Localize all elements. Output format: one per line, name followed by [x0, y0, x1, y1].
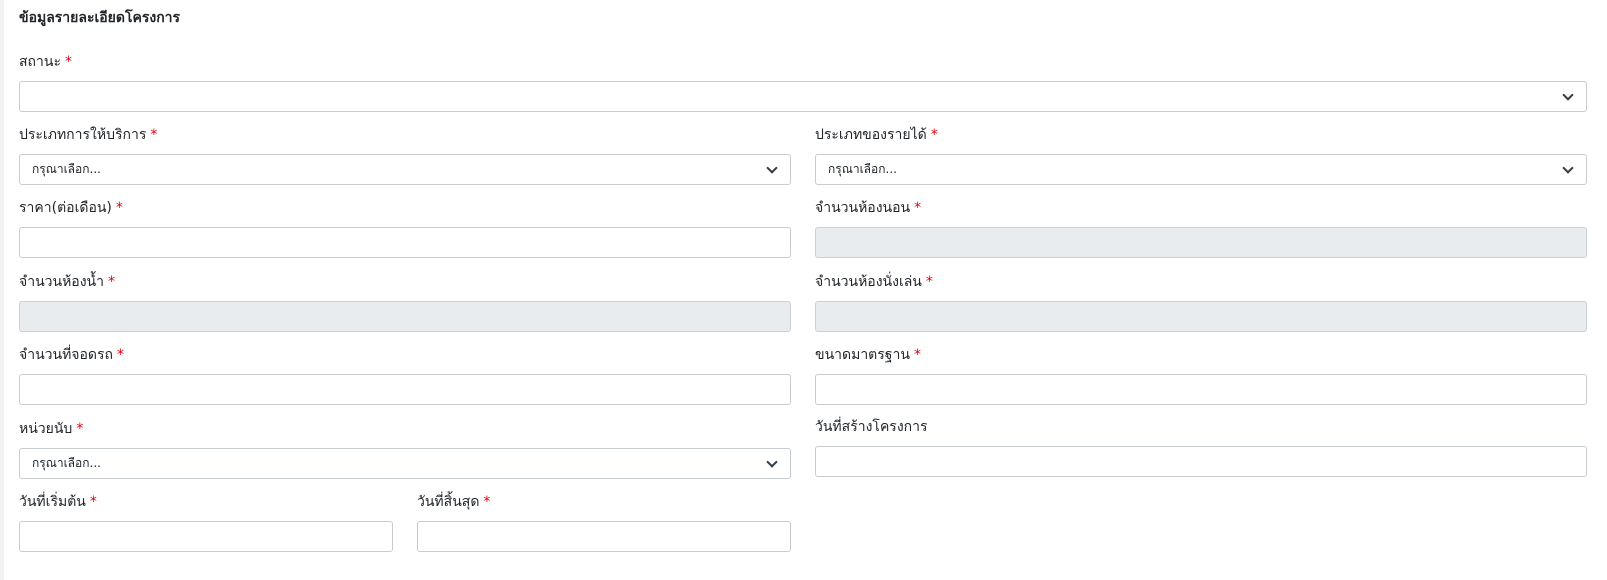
bedrooms-label: จำนวนห้องนอน *: [815, 200, 922, 216]
parking-input[interactable]: [19, 374, 791, 405]
required-mark: *: [117, 347, 124, 363]
chevron-down-icon: [766, 161, 778, 174]
start-date-label: วันที่เริ่มต้น *: [19, 494, 97, 510]
start-date-input[interactable]: [19, 521, 393, 552]
required-mark: *: [89, 494, 97, 510]
created-date-input[interactable]: [815, 446, 1587, 477]
chevron-down-icon: [1562, 88, 1574, 101]
bedrooms-input: [815, 227, 1587, 258]
standard-size-input[interactable]: [815, 374, 1587, 405]
bathrooms-label: จำนวนห้องน้ำ *: [19, 274, 115, 290]
status-label: สถานะ *: [19, 54, 72, 70]
required-mark: *: [483, 494, 491, 510]
end-date-label: วันที่สิ้นสุด *: [417, 494, 491, 510]
service-type-select[interactable]: กรุณาเลือก...: [19, 154, 791, 185]
required-mark: *: [107, 274, 115, 290]
bathrooms-input: [19, 301, 791, 332]
required-mark: *: [150, 127, 158, 143]
parking-label: จำนวนที่จอดรถ *: [19, 347, 124, 363]
standard-size-label: ขนาดมาตรฐาน *: [815, 347, 921, 363]
service-type-label: ประเภทการให้บริการ *: [19, 127, 158, 143]
unit-label: หน่วยนับ *: [19, 421, 84, 437]
required-mark: *: [930, 127, 938, 143]
status-select[interactable]: [19, 81, 1587, 112]
living-rooms-label: จำนวนห้องนั่งเล่น *: [815, 274, 933, 290]
chevron-down-icon: [1562, 161, 1574, 174]
price-label: ราคา(ต่อเดือน) *: [19, 200, 123, 216]
income-type-label: ประเภทของรายได้ *: [815, 127, 938, 143]
living-rooms-input: [815, 301, 1587, 332]
section-title: ข้อมูลรายละเอียดโครงการ: [19, 10, 181, 26]
required-mark: *: [64, 54, 72, 70]
required-mark: *: [913, 347, 921, 363]
required-mark: *: [76, 421, 84, 437]
income-type-select[interactable]: กรุณาเลือก...: [815, 154, 1587, 185]
price-input[interactable]: [19, 227, 791, 258]
required-mark: *: [925, 274, 933, 290]
unit-select[interactable]: กรุณาเลือก...: [19, 448, 791, 479]
required-mark: *: [115, 200, 123, 216]
chevron-down-icon: [766, 455, 778, 468]
required-mark: *: [914, 200, 922, 216]
end-date-input[interactable]: [417, 521, 791, 552]
left-border: [0, 0, 4, 580]
created-date-label: วันที่สร้างโครงการ: [815, 419, 928, 435]
